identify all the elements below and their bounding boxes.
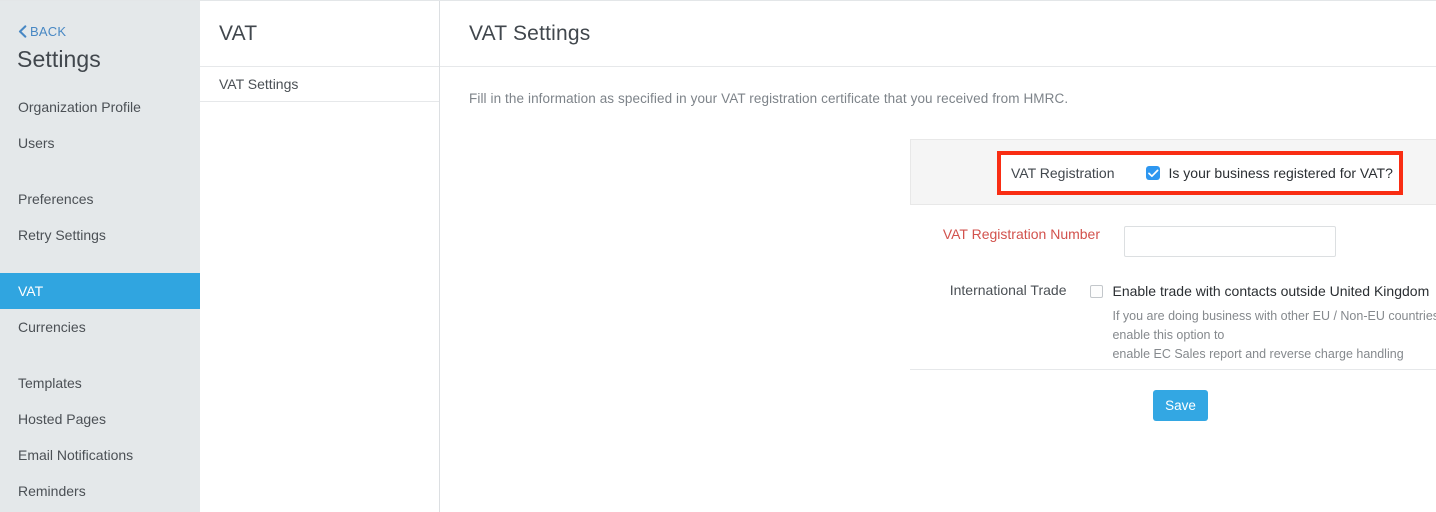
- international-trade-option: Enable trade with contacts outside Unite…: [1090, 282, 1436, 300]
- vat-registration-number-input[interactable]: [1124, 226, 1336, 257]
- sidebar-group-divider: [0, 345, 200, 365]
- sidebar-group-divider: [0, 161, 200, 181]
- page-title: Settings: [17, 46, 101, 72]
- sidebar-nav: Organization Profile Users Preferences R…: [0, 89, 200, 509]
- main-content: VAT Settings Fill in the information as …: [440, 1, 1436, 512]
- vat-subnav-column: VAT VAT Settings: [200, 1, 440, 512]
- vat-registration-number-row: VAT Registration Number: [910, 226, 1336, 257]
- settings-sidebar: BACK Settings Organization Profile Users…: [0, 1, 200, 512]
- sidebar-item-users[interactable]: Users: [0, 125, 200, 161]
- international-trade-help-line-1: If you are doing business with other EU …: [1112, 309, 1436, 342]
- sidebar-item-retry-settings[interactable]: Retry Settings: [0, 217, 200, 253]
- subnav-item-vat-settings[interactable]: VAT Settings: [200, 67, 439, 102]
- sidebar-item-vat[interactable]: VAT: [0, 273, 200, 309]
- sidebar-group-divider: [0, 253, 200, 273]
- main-description: Fill in the information as specified in …: [469, 91, 1069, 106]
- international-trade-option-label: Enable trade with contacts outside Unite…: [1112, 283, 1430, 299]
- sidebar-item-email-notifications[interactable]: Email Notifications: [0, 437, 200, 473]
- save-button[interactable]: Save: [1153, 390, 1208, 421]
- sidebar-item-templates[interactable]: Templates: [0, 365, 200, 401]
- chevron-left-icon: [17, 24, 28, 38]
- vat-registration-question: Is your business registered for VAT?: [1168, 165, 1393, 181]
- sidebar-item-preferences[interactable]: Preferences: [0, 181, 200, 217]
- form-divider: [910, 369, 1436, 370]
- sidebar-item-reminders[interactable]: Reminders: [0, 473, 200, 509]
- sidebar-item-organization-profile[interactable]: Organization Profile: [0, 89, 200, 125]
- vat-registration-number-label: VAT Registration Number: [942, 226, 1100, 242]
- back-link[interactable]: BACK: [0, 1, 200, 40]
- vat-registration-highlight-box: VAT Registration Is your business regist…: [997, 151, 1403, 195]
- vat-registration-label: VAT Registration: [1011, 165, 1115, 181]
- sidebar-item-currencies[interactable]: Currencies: [0, 309, 200, 345]
- vat-registration-checkbox[interactable]: [1145, 166, 1160, 180]
- international-trade-help: If you are doing business with other EU …: [1112, 307, 1436, 364]
- settings-page: BACK Settings Organization Profile Users…: [0, 0, 1436, 512]
- international-trade-label: International Trade: [949, 282, 1067, 298]
- international-trade-control: Enable trade with contacts outside Unite…: [1090, 282, 1436, 364]
- international-trade-checkbox[interactable]: [1090, 285, 1104, 298]
- sidebar-item-hosted-pages[interactable]: Hosted Pages: [0, 401, 200, 437]
- checkmark-icon: [1147, 169, 1158, 178]
- main-title: VAT Settings: [440, 1, 1436, 67]
- subnav-title: VAT: [200, 1, 439, 67]
- back-label: BACK: [30, 23, 67, 39]
- international-trade-row: International Trade Enable trade with co…: [910, 282, 1436, 364]
- international-trade-help-line-2: enable EC Sales report and reverse charg…: [1112, 347, 1404, 361]
